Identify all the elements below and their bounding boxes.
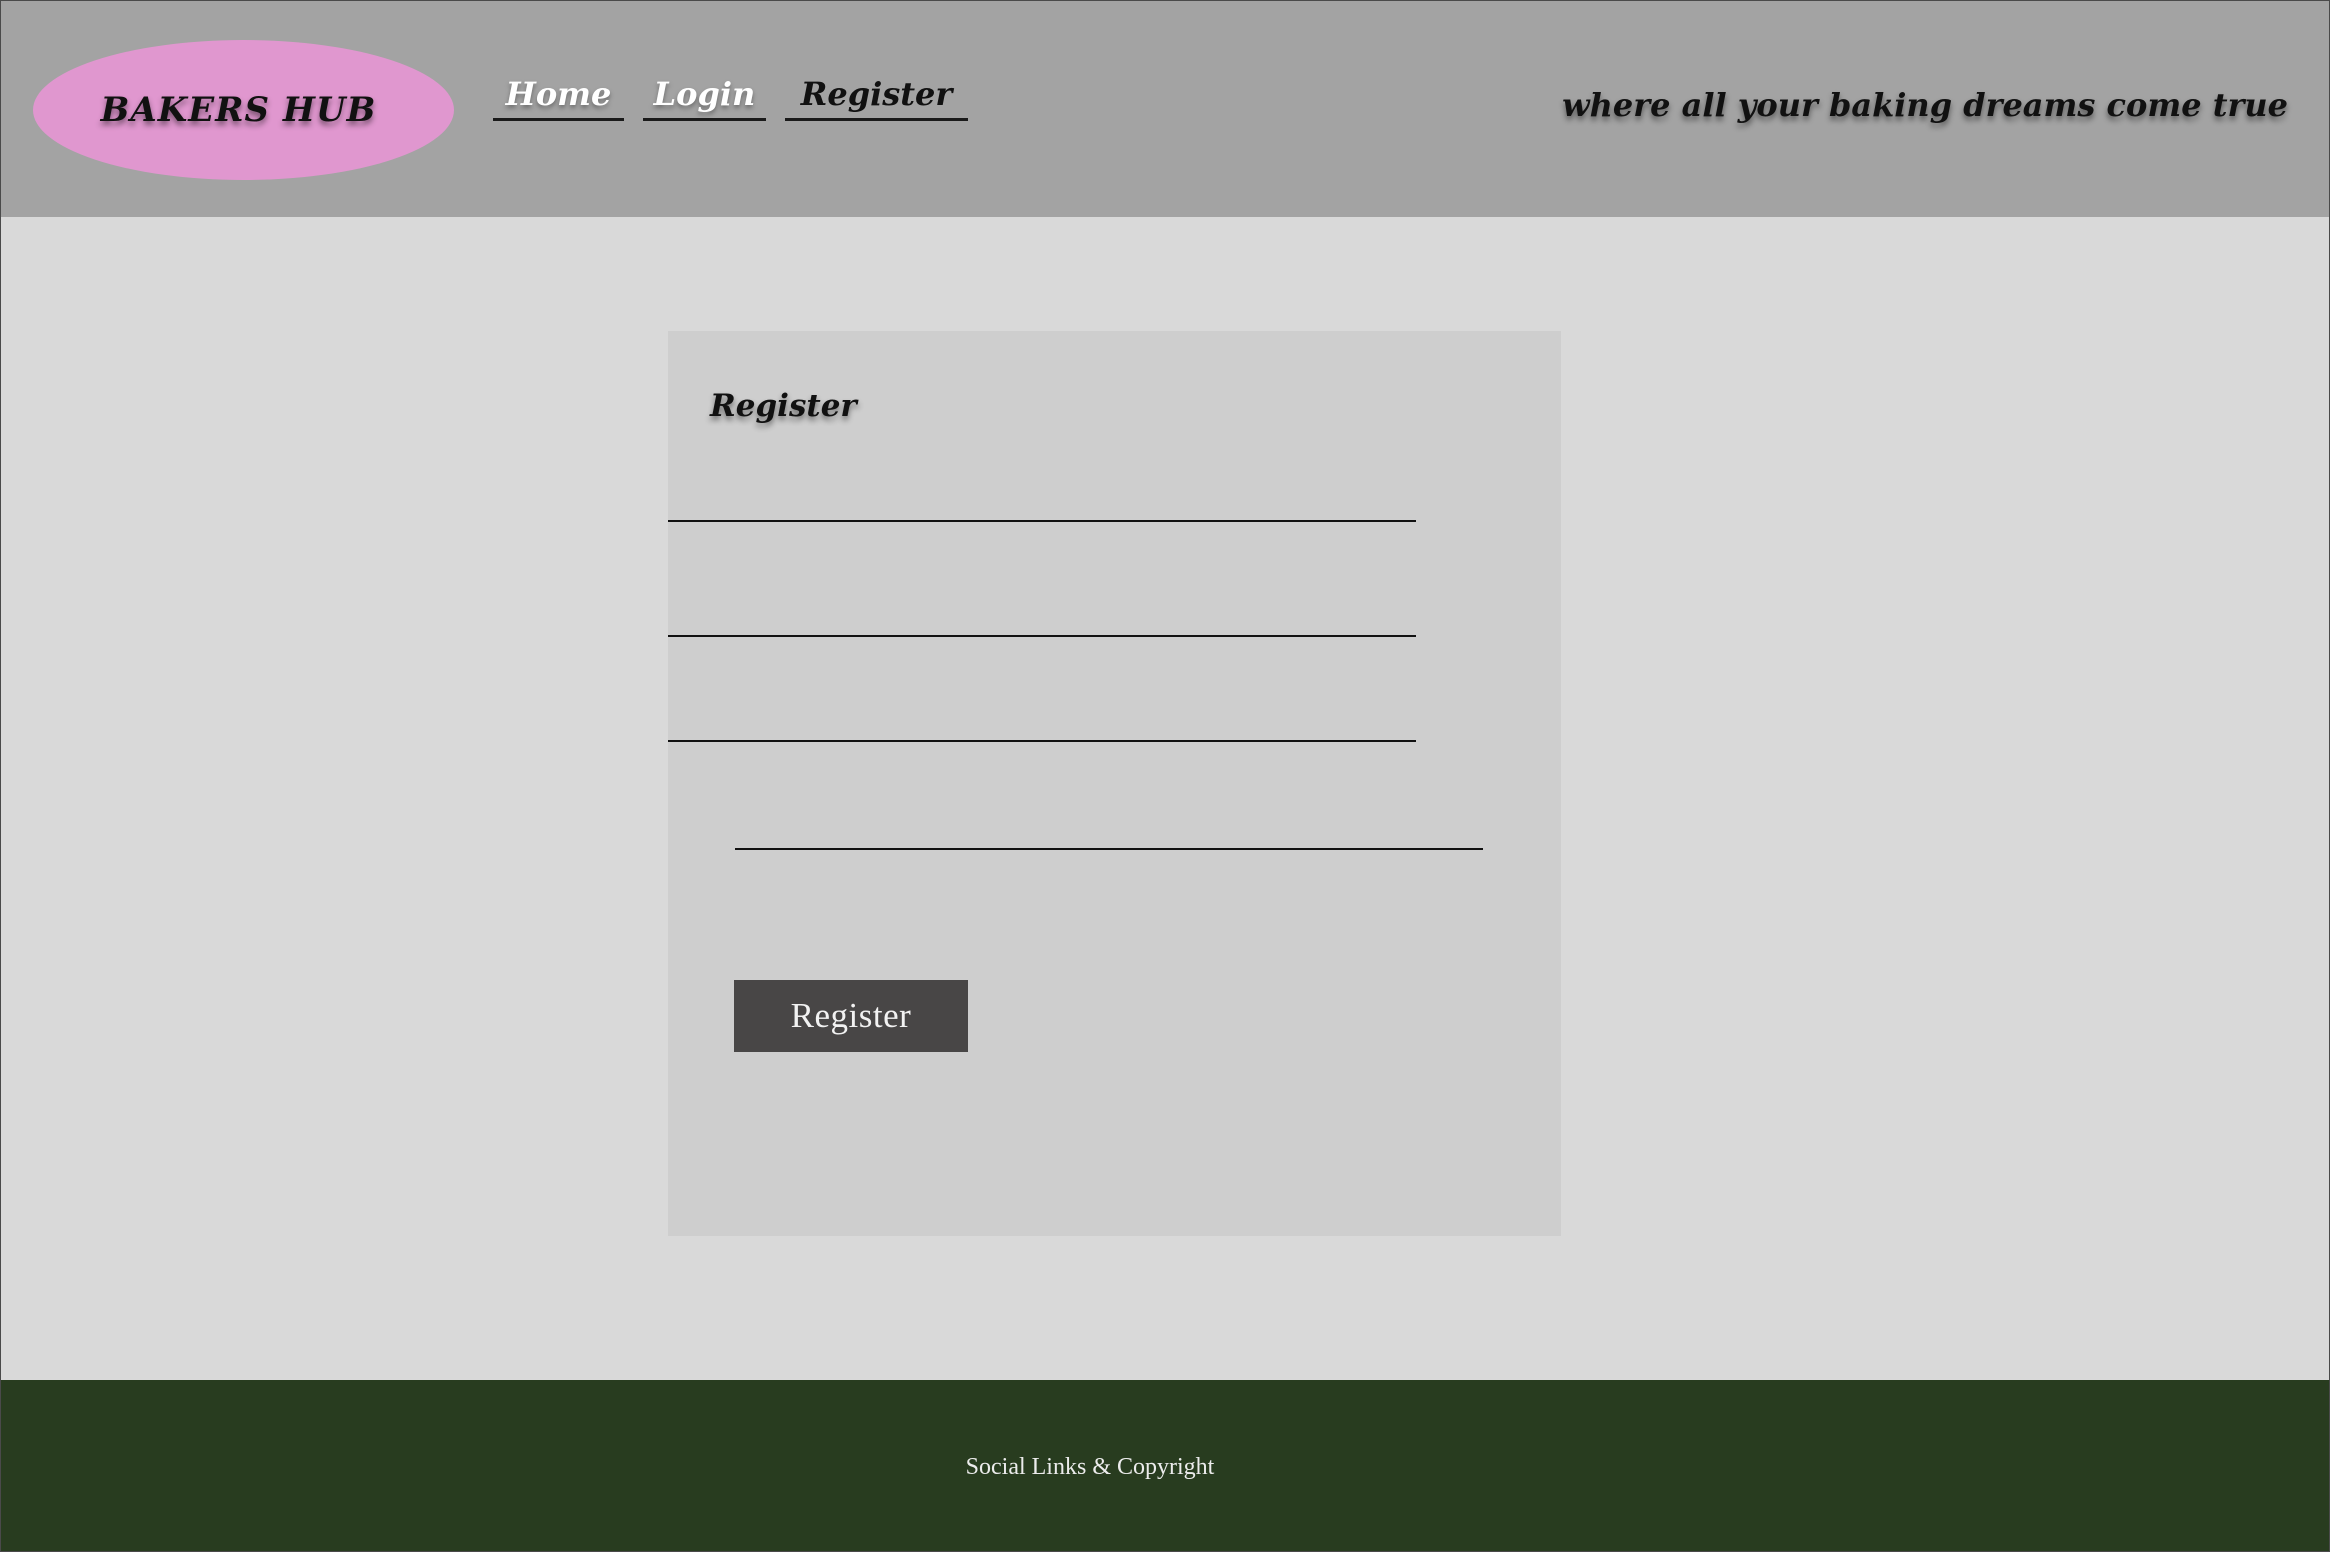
- nav-login-link[interactable]: Login: [643, 70, 766, 121]
- register-submit-button[interactable]: Register: [734, 980, 968, 1052]
- site-header: BAKERS HUB Home Login Register where all…: [0, 0, 2330, 217]
- logo[interactable]: BAKERS HUB: [33, 40, 454, 180]
- site-footer: Social Links & Copyright: [0, 1380, 2330, 1552]
- footer-text: Social Links & Copyright: [965, 1454, 1215, 1480]
- register-heading: Register: [710, 388, 857, 424]
- register-field-3[interactable]: [668, 692, 1416, 742]
- register-card: Register Register: [668, 331, 1561, 1236]
- register-field-4[interactable]: [735, 800, 1483, 850]
- register-field-1[interactable]: [668, 472, 1416, 522]
- logo-text: BAKERS HUB: [100, 90, 377, 130]
- tagline: where all your baking dreams come true: [1562, 86, 2288, 124]
- nav-home-link[interactable]: Home: [493, 70, 624, 121]
- nav-register-link[interactable]: Register: [785, 70, 968, 121]
- register-field-2[interactable]: [668, 587, 1416, 637]
